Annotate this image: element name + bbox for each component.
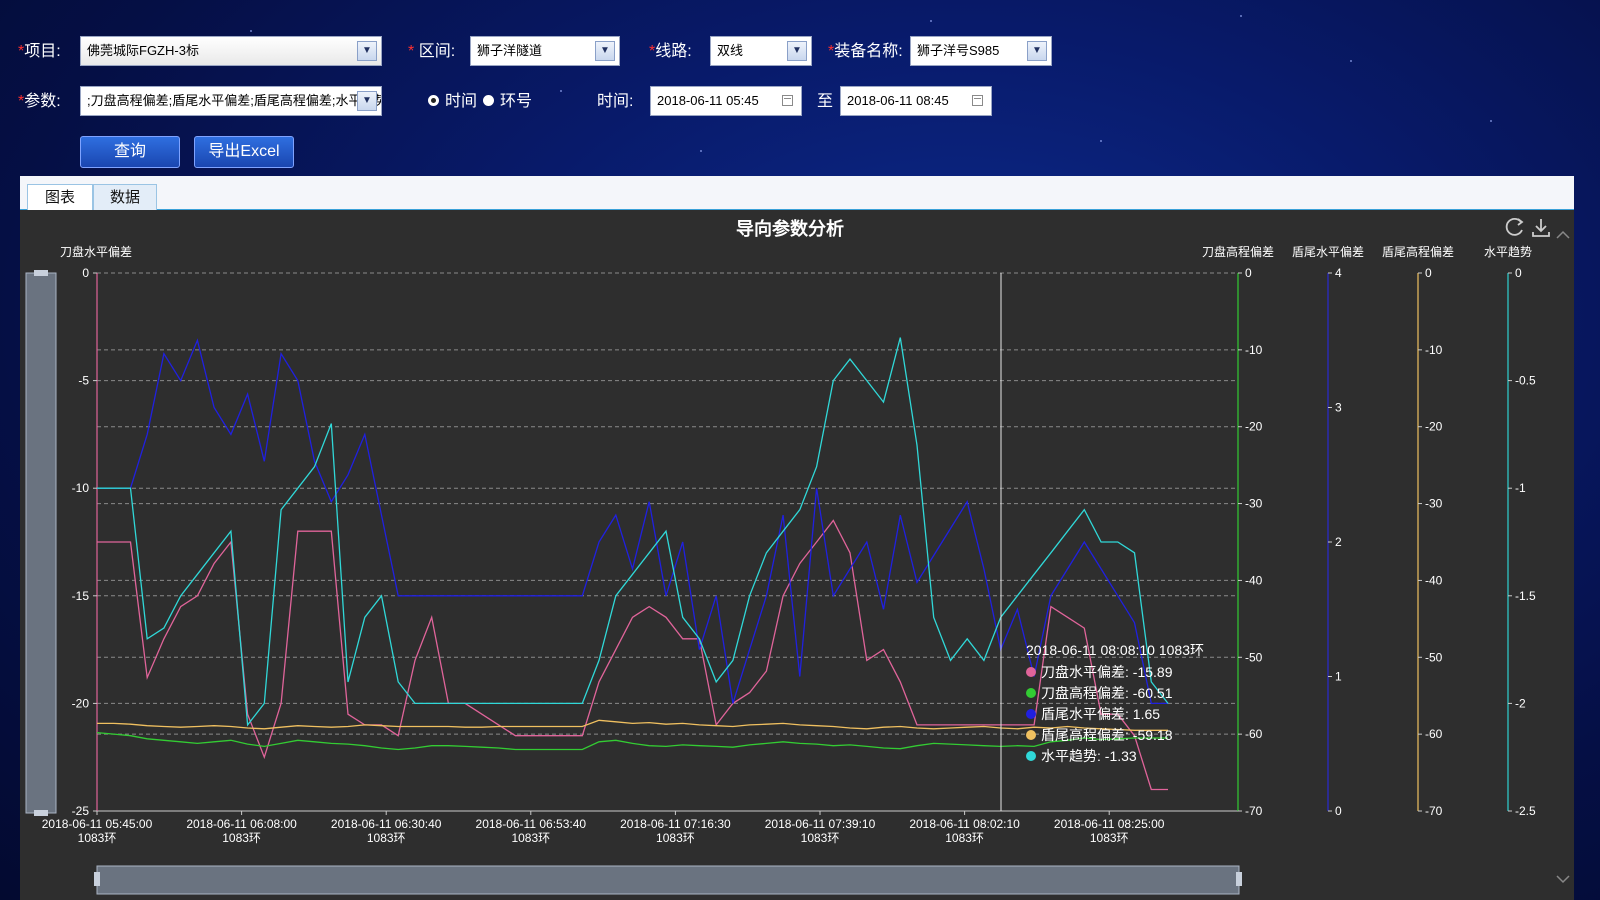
x-tick-sublabel: 1083环 (222, 831, 261, 845)
y-tick-label: -5 (78, 374, 89, 388)
x-zoom-handle-left[interactable] (94, 872, 100, 886)
x-zoom-handle-right[interactable] (1236, 872, 1242, 886)
tooltip-marker (1026, 709, 1036, 719)
y-tick-label: 4 (1335, 266, 1342, 280)
series-line-y0 (97, 519, 1168, 791)
tooltip-title: 2018-06-11 08:08:10 1083环 (1026, 642, 1204, 658)
y-tick-label: -30 (1245, 497, 1263, 511)
tooltip-marker (1026, 730, 1036, 740)
y-tick-label: 2 (1335, 535, 1342, 549)
x-tick-sublabel: 1083环 (511, 831, 550, 845)
x-tick-sublabel: 1083环 (656, 831, 695, 845)
x-tick-sublabel: 1083环 (1090, 831, 1129, 845)
y-zoom-handle-top[interactable] (34, 270, 48, 276)
x-tick-sublabel: 1083环 (945, 831, 984, 845)
y-tick-label: 0 (1245, 266, 1252, 280)
chart-svg: 导向参数分析 刀盘水平偏差0-5-10-15-20-25刀盘高程偏差0-10-2… (25, 217, 1570, 895)
x-tick-label: 2018-06-11 07:16:30 (620, 817, 731, 831)
y-tick-label: -60 (1425, 727, 1443, 741)
x-tick-label: 2018-06-11 06:30:40 (331, 817, 442, 831)
y-tick-label: 0 (1515, 266, 1522, 280)
tooltip-entry: 盾尾高程偏差: -59.18 (1041, 727, 1173, 743)
x-tick-label: 2018-06-11 07:39:10 (765, 817, 876, 831)
y-tick-label: -20 (1245, 420, 1263, 434)
y-axis-title: 盾尾水平偏差 (1292, 244, 1364, 259)
y-zoom-handle-bottom[interactable] (34, 810, 48, 816)
y-axis-title: 刀盘高程偏差 (1202, 244, 1274, 259)
y-tick-label: 0 (82, 266, 89, 280)
y-tick-label: -10 (1245, 343, 1263, 357)
tooltip-entry: 盾尾水平偏差: 1.65 (1041, 706, 1160, 722)
tooltip-entry: 刀盘水平偏差: -15.89 (1041, 664, 1173, 680)
x-tick-sublabel: 1083环 (367, 831, 406, 845)
y-tick-label: -20 (1425, 420, 1443, 434)
scroll-up-icon[interactable] (1556, 230, 1570, 239)
download-icon[interactable] (1532, 219, 1550, 237)
y-tick-label: 3 (1335, 401, 1342, 415)
y-tick-label: -25 (72, 804, 90, 818)
y-tick-label: -70 (1245, 804, 1263, 818)
tooltip-marker (1026, 667, 1036, 677)
x-tick-label: 2018-06-11 08:02:10 (909, 817, 1020, 831)
chart-title: 导向参数分析 (736, 218, 844, 239)
y-axis-title: 刀盘水平偏差 (60, 244, 132, 259)
y-tick-label: -2.5 (1515, 804, 1536, 818)
x-zoom-slider[interactable] (96, 865, 1240, 895)
y-tick-label: -50 (1245, 650, 1263, 664)
y-tick-label: -1 (1515, 481, 1526, 495)
refresh-icon[interactable] (1505, 217, 1524, 236)
series-line-y4 (97, 337, 1169, 727)
y-tick-label: -50 (1425, 650, 1443, 664)
x-tick-label: 2018-06-11 05:45:00 (42, 817, 153, 831)
tooltip-marker (1026, 751, 1036, 761)
y-zoom-slider[interactable] (25, 272, 57, 814)
y-tick-label: -0.5 (1515, 374, 1536, 388)
y-tick-label: -40 (1245, 573, 1263, 587)
y-tick-label: -15 (72, 589, 90, 603)
y-tick-label: -2 (1515, 696, 1526, 710)
x-tick-label: 2018-06-11 08:25:00 (1054, 817, 1165, 831)
y-tick-label: 0 (1335, 804, 1342, 818)
y-axis-title: 水平趋势 (1484, 245, 1532, 259)
y-tick-label: -10 (1425, 343, 1443, 357)
tooltip-entry: 刀盘高程偏差: -60.51 (1041, 685, 1173, 701)
tooltip-entry: 水平趋势: -1.33 (1041, 748, 1137, 764)
x-tick-sublabel: 1083环 (78, 831, 117, 845)
y-tick-label: -10 (72, 481, 90, 495)
y-tick-label: -70 (1425, 804, 1443, 818)
x-tick-label: 2018-06-11 06:53:40 (476, 817, 587, 831)
x-tick-label: 2018-06-11 06:08:00 (186, 817, 297, 831)
series-line-y2 (97, 338, 1168, 705)
y-tick-label: 1 (1335, 670, 1342, 684)
tooltip-marker (1026, 688, 1036, 698)
y-tick-label: -20 (72, 696, 90, 710)
y-tick-label: -60 (1245, 727, 1263, 741)
y-tick-label: -30 (1425, 497, 1443, 511)
scroll-down-icon[interactable] (1556, 875, 1570, 884)
x-tick-sublabel: 1083环 (801, 831, 840, 845)
y-tick-label: -40 (1425, 573, 1443, 587)
y-tick-label: -1.5 (1515, 589, 1536, 603)
y-axis-title: 盾尾高程偏差 (1382, 244, 1454, 259)
y-tick-label: 0 (1425, 266, 1432, 280)
